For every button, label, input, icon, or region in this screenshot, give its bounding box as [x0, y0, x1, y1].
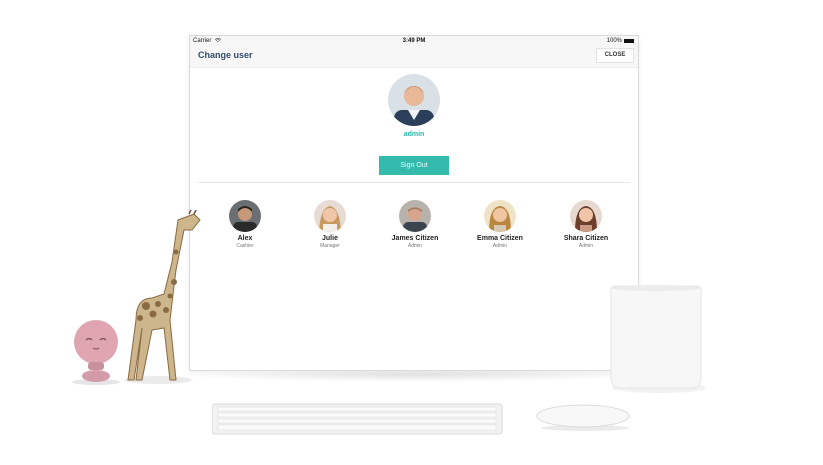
user-name: Alex — [237, 235, 253, 242]
tablet-screen: Carrier 3:49 PM 100% Change user CLOSE a… — [189, 35, 639, 371]
user-name: Julie — [322, 235, 338, 242]
user-card-shara-citizen[interactable]: Shara Citizen Admin — [551, 200, 621, 249]
page-title: Change user — [198, 50, 253, 60]
toy-figurine — [72, 320, 120, 385]
avatar — [229, 200, 261, 232]
user-card-alex[interactable]: Alex Cashier — [210, 200, 280, 249]
sign-out-button[interactable]: Sign Out — [379, 156, 449, 175]
user-card-julie[interactable]: Julie Manager — [295, 200, 365, 249]
current-user-avatar — [388, 74, 440, 126]
user-role: Cashier — [236, 243, 254, 249]
modal-header: Change user CLOSE — [190, 46, 638, 68]
user-card-james-citizen[interactable]: James Citizen Admin — [380, 200, 450, 249]
avatar — [570, 200, 602, 232]
user-name: Shara Citizen — [563, 235, 609, 242]
avatar — [399, 200, 431, 232]
current-user: admin — [190, 74, 638, 138]
divider — [198, 182, 630, 183]
clock: 3:49 PM — [402, 38, 426, 44]
close-button[interactable]: CLOSE — [596, 48, 634, 63]
status-bar: Carrier 3:49 PM 100% — [190, 36, 638, 46]
battery-icon — [624, 39, 634, 43]
current-user-name: admin — [403, 131, 425, 138]
avatar — [314, 200, 346, 232]
user-role: Admin — [492, 243, 508, 249]
giraffe-figurine — [124, 210, 201, 384]
battery-label: 100% — [606, 38, 622, 44]
mug-icon — [610, 285, 705, 393]
user-name: Emma Citizen — [477, 235, 523, 242]
keyboard-icon — [212, 403, 503, 435]
user-card-emma-citizen[interactable]: Emma Citizen Admin — [465, 200, 535, 249]
mouse-icon — [536, 404, 630, 431]
user-role: Admin — [578, 243, 594, 249]
user-name: James Citizen — [391, 235, 439, 242]
user-role: Manager — [320, 243, 340, 249]
avatar — [484, 200, 516, 232]
user-role: Admin — [407, 243, 423, 249]
